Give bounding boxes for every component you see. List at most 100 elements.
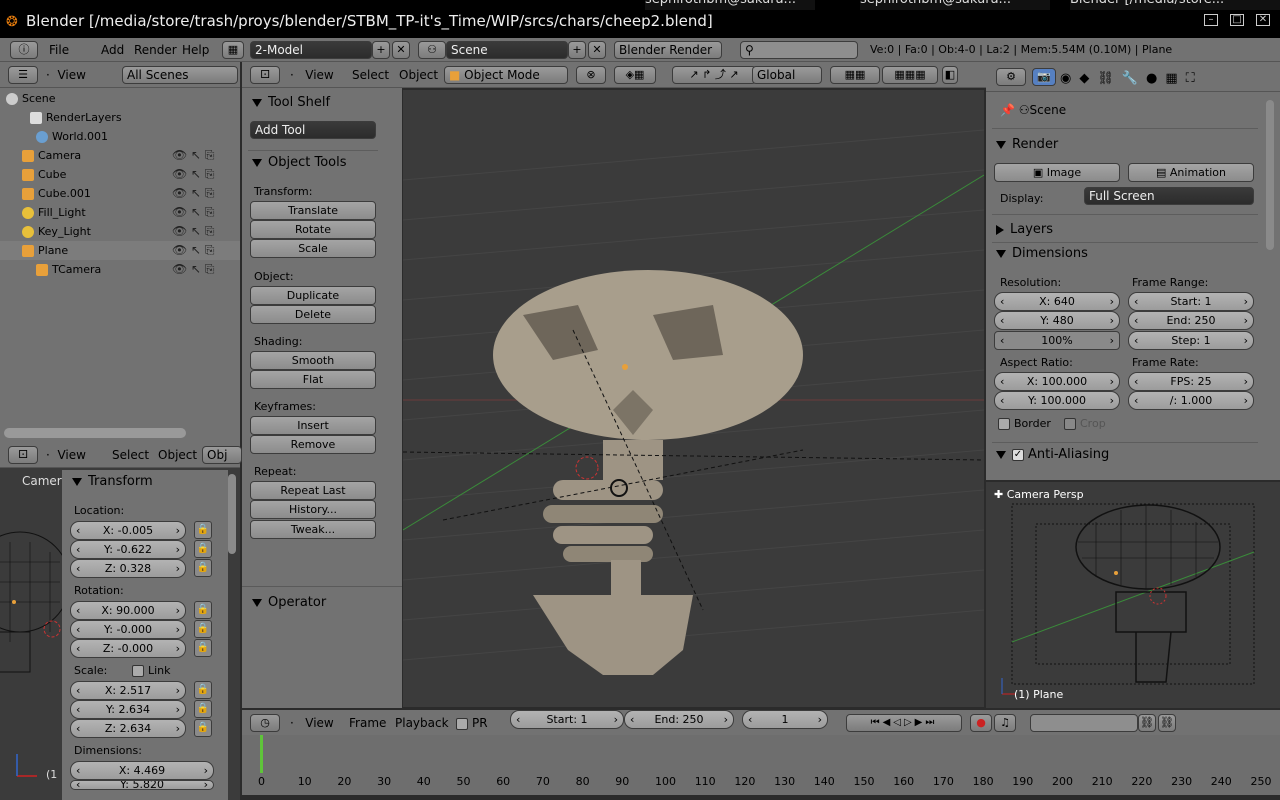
history-button[interactable]: History...: [250, 500, 376, 519]
timeline-area[interactable]: 0 10 20 30 40 50 60 70 80 90 100 110 120 130 140 150 160…: [242, 735, 1280, 795]
outliner-scenes-select[interactable]: All Scenes: [122, 66, 238, 84]
scene-select[interactable]: Scene: [446, 41, 568, 59]
left-menu-view[interactable]: · View: [46, 448, 86, 462]
frame-end-field[interactable]: End: 250: [1128, 311, 1254, 330]
anti-aliasing-panel-title[interactable]: ✓ Anti-Aliasing: [996, 447, 1109, 462]
view3d-menu-view[interactable]: · View: [290, 68, 334, 82]
add-layout-icon[interactable]: +: [372, 41, 390, 59]
record-icon[interactable]: ●: [970, 714, 992, 732]
lock-icon[interactable]: 🔒: [194, 700, 212, 718]
repeat-last-button[interactable]: Repeat Last: [250, 481, 376, 500]
render-panel-title[interactable]: Render: [996, 137, 1058, 152]
layout-select[interactable]: 2-Model: [250, 41, 372, 59]
pivot-icon[interactable]: ◈▦: [614, 66, 656, 84]
dimension-x-field[interactable]: X: 4.469: [70, 761, 214, 780]
maximize-button[interactable]: □: [1230, 14, 1244, 26]
scale-button[interactable]: Scale: [250, 239, 376, 258]
timeline-menu-view[interactable]: · View: [290, 716, 334, 730]
transform-title[interactable]: Transform: [72, 474, 153, 489]
keying-set-field[interactable]: [1030, 714, 1138, 732]
scale-y-field[interactable]: Y: 2.634: [70, 700, 186, 719]
lock-icon[interactable]: 🔒: [194, 559, 212, 577]
playback-controls[interactable]: ⏮◀◁▷▶⏭: [846, 714, 962, 732]
link-icon[interactable]: ⛓: [1138, 714, 1156, 732]
lock-icon[interactable]: 🔒: [194, 521, 212, 539]
minimize-button[interactable]: –: [1204, 14, 1218, 26]
insert-keyframe-button[interactable]: Insert: [250, 416, 376, 435]
menu-add[interactable]: Add: [101, 43, 124, 57]
pin-icon[interactable]: 📌: [1000, 103, 1015, 117]
tweak-button[interactable]: Tweak...: [250, 520, 376, 539]
taskbar-tab-2[interactable]: sephirothbm@sakura...: [860, 0, 1050, 10]
location-y-field[interactable]: Y: -0.622: [70, 540, 186, 559]
remove-layout-icon[interactable]: ✕: [392, 41, 410, 59]
fps-field[interactable]: FPS: 25: [1128, 372, 1254, 391]
operator-title[interactable]: Operator: [252, 595, 326, 610]
timeline-menu-playback[interactable]: Playback: [395, 716, 449, 730]
flat-button[interactable]: Flat: [250, 370, 376, 389]
taskbar-tab-1[interactable]: sephirothbm@sakura...: [645, 0, 815, 10]
timeline-editor-type-icon[interactable]: ◷: [250, 714, 280, 732]
transform-scrollbar[interactable]: [228, 474, 236, 554]
fps-base-field[interactable]: /: 1.000: [1128, 391, 1254, 410]
view3d-editor-type-icon[interactable]: ⚀: [250, 66, 280, 84]
camera-viewport[interactable]: ✚ Camera Persp (1) Plane: [986, 482, 1280, 708]
visibility-icon[interactable]: 👁 ↖ ⎘: [172, 241, 222, 260]
lock-icon[interactable]: 🔒: [194, 601, 212, 619]
aspect-y-field[interactable]: Y: 100.000: [994, 391, 1120, 410]
render-engine-select[interactable]: Blender Render: [614, 41, 722, 59]
outliner-scrollbar[interactable]: [4, 428, 186, 438]
left-mode-select[interactable]: Obj: [202, 446, 242, 464]
lock-icon[interactable]: 🔒: [194, 620, 212, 638]
scale-x-field[interactable]: X: 2.517: [70, 681, 186, 700]
view3d-menu-select[interactable]: Select: [352, 68, 389, 82]
toolshelf-title[interactable]: Tool Shelf: [252, 95, 330, 110]
display-select[interactable]: Full Screen: [1084, 187, 1254, 205]
lock-icon[interactable]: 🔒: [194, 681, 212, 699]
outliner-item-renderlayers[interactable]: RenderLayers: [0, 108, 240, 127]
properties-scrollbar[interactable]: [1266, 100, 1274, 250]
outliner-item-scene[interactable]: Scene: [0, 89, 240, 108]
translate-button[interactable]: Translate: [250, 201, 376, 220]
visibility-icon[interactable]: 👁 ↖ ⎘: [172, 203, 222, 222]
scale-z-field[interactable]: Z: 2.634: [70, 719, 186, 738]
remove-keyframe-button[interactable]: Remove: [250, 435, 376, 454]
snap-icon[interactable]: ◧: [942, 66, 958, 84]
rotation-x-field[interactable]: X: 90.000: [70, 601, 186, 620]
layers-grid-icon-2[interactable]: ▦▦▦: [882, 66, 938, 84]
layers-grid-icon[interactable]: ▦▦: [830, 66, 880, 84]
left-view-editor-type-icon[interactable]: ⚀: [8, 446, 38, 464]
lock-icon[interactable]: 🔒: [194, 719, 212, 737]
add-tool-select[interactable]: Add Tool: [250, 121, 376, 139]
shading-icon[interactable]: ⊗: [576, 66, 606, 84]
lock-icon[interactable]: 🔒: [194, 639, 212, 657]
outliner-menu-view[interactable]: · View: [46, 68, 86, 82]
timeline-menu-frame[interactable]: Frame: [349, 716, 386, 730]
rotation-z-field[interactable]: Z: -0.000: [70, 639, 186, 658]
resolution-percentage-slider[interactable]: 100%: [994, 331, 1120, 350]
location-x-field[interactable]: X: -0.005: [70, 521, 186, 540]
visibility-icon[interactable]: 👁 ↖ ⎘: [172, 222, 222, 241]
add-scene-icon[interactable]: +: [568, 41, 586, 59]
left-menu-select[interactable]: Select: [112, 448, 149, 462]
visibility-icon[interactable]: 👁 ↖ ⎘: [172, 184, 222, 203]
outliner-item-world[interactable]: World.001: [0, 127, 240, 146]
smooth-button[interactable]: Smooth: [250, 351, 376, 370]
current-frame-marker[interactable]: [260, 735, 263, 773]
visibility-icon[interactable]: 👁 ↖ ⎘: [172, 146, 222, 165]
render-image-button[interactable]: ▣ Image: [994, 163, 1120, 182]
border-checkbox[interactable]: Border: [998, 417, 1051, 430]
menu-file[interactable]: File: [49, 43, 69, 57]
mode-select[interactable]: ■ Object Mode: [444, 66, 568, 84]
lock-icon[interactable]: 🔒: [194, 540, 212, 558]
layers-panel-title[interactable]: Layers: [996, 222, 1053, 237]
location-z-field[interactable]: Z: 0.328: [70, 559, 186, 578]
preview-range-checkbox[interactable]: PR: [456, 716, 488, 730]
editor-type-icon[interactable]: ⓘ: [10, 41, 38, 59]
duplicate-button[interactable]: Duplicate: [250, 286, 376, 305]
aspect-x-field[interactable]: X: 100.000: [994, 372, 1120, 391]
resolution-x-field[interactable]: X: 640: [994, 292, 1120, 311]
outliner-editor-type-icon[interactable]: ☰: [8, 66, 38, 84]
scale-link-checkbox[interactable]: Link: [132, 664, 171, 677]
dimension-y-field[interactable]: Y: 5.820: [70, 780, 214, 790]
